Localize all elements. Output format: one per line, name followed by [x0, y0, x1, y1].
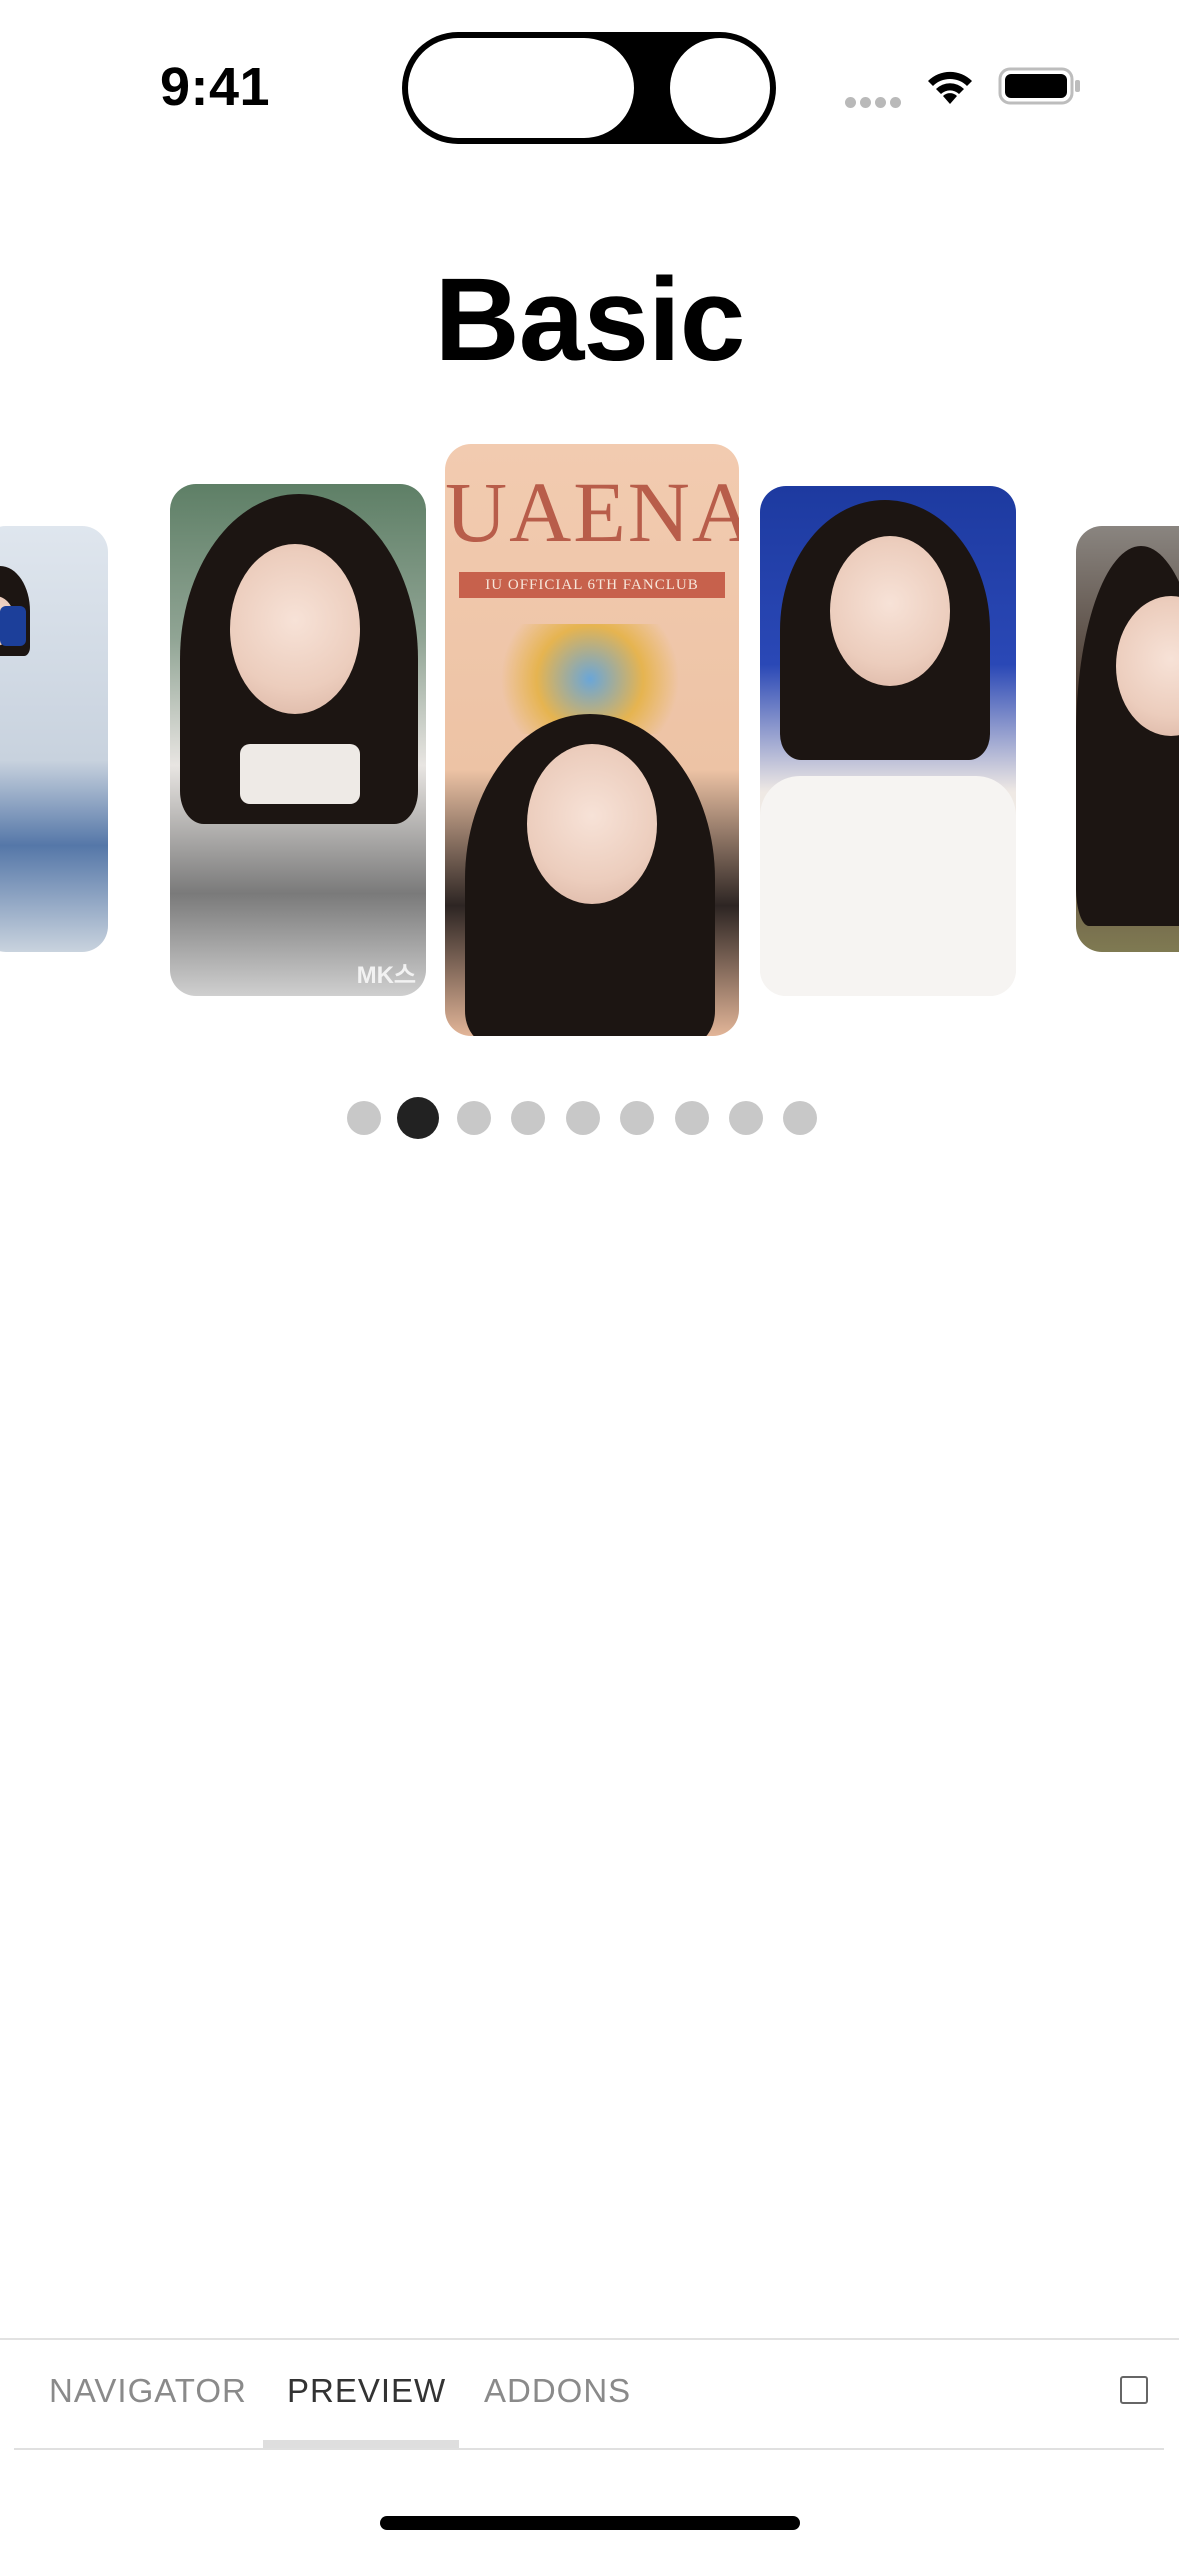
page-dot-2-active[interactable]	[397, 1097, 439, 1139]
can-shape	[0, 606, 26, 646]
watermark: MK스	[356, 962, 416, 989]
page-dot-5[interactable]	[566, 1101, 600, 1135]
dress-shape	[760, 776, 1016, 996]
carousel-slide-right[interactable]	[760, 486, 1016, 996]
carousel-slide-far-left[interactable]	[0, 526, 108, 952]
page-dot-9[interactable]	[783, 1101, 817, 1135]
face-shape	[830, 536, 950, 686]
page-dot-8[interactable]	[729, 1101, 763, 1135]
carousel-slide-left[interactable]: MK스	[170, 484, 426, 996]
home-indicator	[380, 2516, 800, 2530]
carousel-slide-far-right[interactable]	[1076, 526, 1179, 952]
panel-divider	[0, 2338, 1179, 2340]
island-circle	[670, 38, 770, 138]
page-dot-3[interactable]	[457, 1101, 491, 1135]
status-time: 9:41	[160, 57, 271, 117]
slide-overlay-title: UAENA	[445, 464, 739, 560]
active-tab-indicator	[263, 2440, 459, 2448]
page-title: Basic	[434, 254, 746, 386]
tab-navigator[interactable]: NAVIGATOR	[49, 2372, 247, 2410]
face-shape	[527, 744, 657, 904]
panel-toggle-icon[interactable]	[1120, 2376, 1148, 2404]
face-shape	[230, 544, 360, 714]
page-dot-6[interactable]	[620, 1101, 654, 1135]
island-pill	[408, 38, 634, 138]
collar-shape	[240, 744, 360, 804]
page-dot-7[interactable]	[675, 1101, 709, 1135]
tab-addons[interactable]: ADDONS	[484, 2372, 631, 2410]
page-dot-4[interactable]	[511, 1101, 545, 1135]
page-dot-1[interactable]	[347, 1101, 381, 1135]
carousel-slide-center[interactable]: UAENA IU OFFICIAL 6TH FANCLUB	[445, 444, 739, 1036]
signal-dots-icon	[845, 95, 905, 113]
panel-bottom-divider	[14, 2448, 1164, 2450]
slide-overlay-subtitle: IU OFFICIAL 6TH FANCLUB	[459, 572, 725, 598]
battery-icon	[998, 66, 1082, 111]
wifi-icon	[924, 66, 976, 111]
tab-preview[interactable]: PREVIEW	[287, 2372, 446, 2410]
